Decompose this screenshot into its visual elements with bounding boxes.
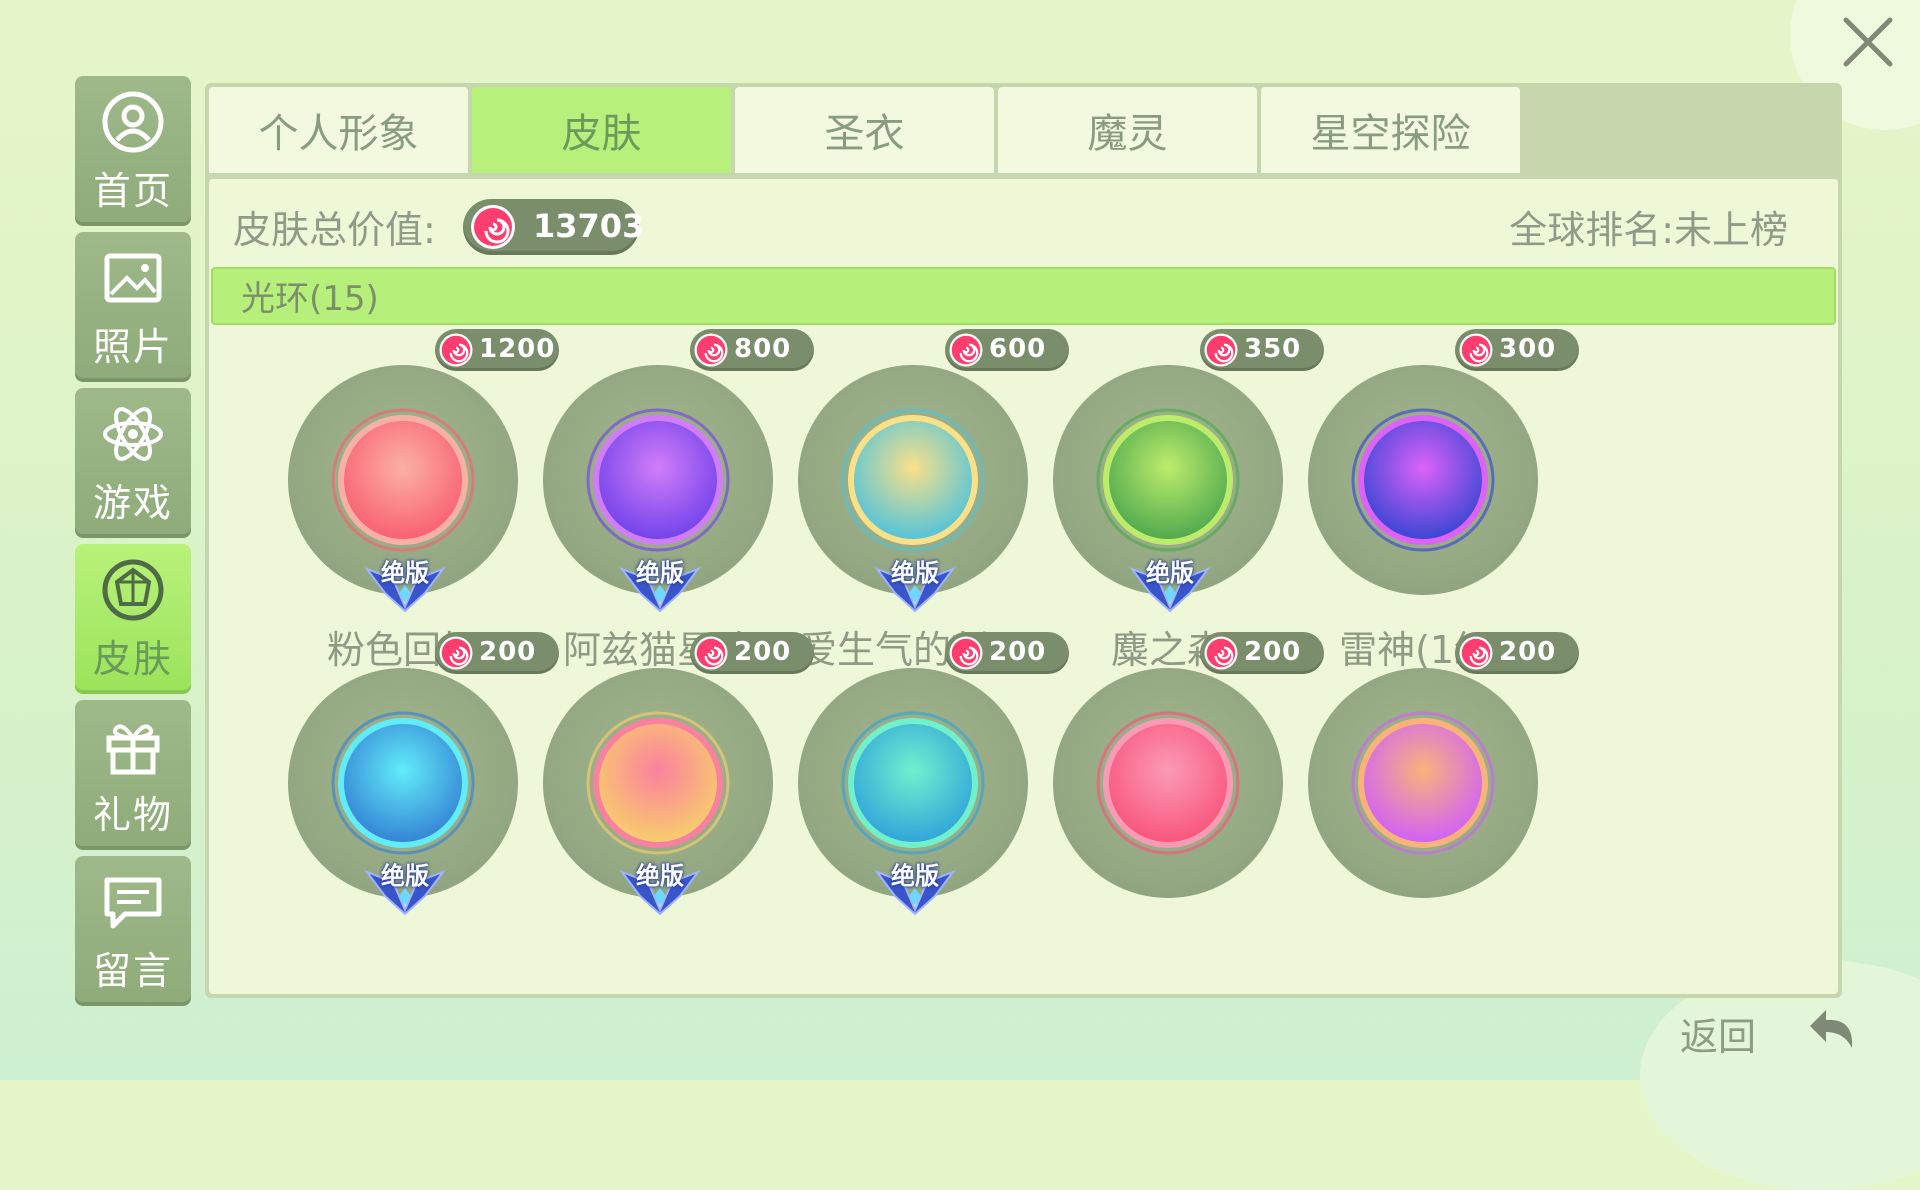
badge-label: 绝版 xyxy=(1146,559,1194,587)
tab-holy-cloth[interactable]: 圣衣 xyxy=(735,87,994,173)
limited-badge: 绝版 xyxy=(618,852,702,916)
limited-badge: 绝版 xyxy=(1128,549,1212,613)
photo-icon xyxy=(104,253,162,302)
tab-spirits[interactable]: 魔灵 xyxy=(998,87,1257,173)
limited-badge: 绝版 xyxy=(873,852,957,916)
skin-item[interactable]: 200 xyxy=(1259,632,1579,992)
candy-icon xyxy=(1204,333,1238,367)
halo-disc xyxy=(1308,668,1538,898)
sidebar-item-label: 照片 xyxy=(92,324,173,369)
price-value: 200 xyxy=(1499,637,1557,667)
sidebar-item-label: 皮肤 xyxy=(92,636,173,681)
candy-icon xyxy=(949,636,983,670)
gift-icon xyxy=(106,723,160,774)
skin-panel: 个人形象 皮肤 圣衣 魔灵 星空探险 皮肤总价值: 13703 全球排名:未上榜… xyxy=(205,83,1842,998)
price-pill: 200 xyxy=(1455,632,1579,674)
candy-icon xyxy=(694,333,728,367)
halo-icon xyxy=(1351,711,1495,855)
candy-icon xyxy=(1459,636,1493,670)
candy-icon xyxy=(439,333,473,367)
sidebar-item-skins[interactable]: 皮肤 xyxy=(75,544,191,694)
total-value-pill: 13703 xyxy=(463,199,644,255)
sidebar-item-photos[interactable]: 照片 xyxy=(75,232,191,382)
total-value: 13703 xyxy=(533,207,645,245)
tab-bar: 个人形象 皮肤 圣衣 魔灵 星空探险 xyxy=(209,87,1524,173)
halo-disc xyxy=(1053,668,1283,898)
sidebar-item-home[interactable]: 首页 xyxy=(75,76,191,226)
sidebar-item-messages[interactable]: 留言 xyxy=(75,856,191,1006)
total-value-label: 皮肤总价值: xyxy=(233,208,436,252)
badge-label: 绝版 xyxy=(636,862,684,890)
sidebar-item-label: 礼物 xyxy=(92,792,173,837)
badge-label: 绝版 xyxy=(636,559,684,587)
candy-icon xyxy=(439,636,473,670)
badge-label: 绝版 xyxy=(381,862,429,890)
candy-icon xyxy=(949,333,983,367)
price-pill: 300 xyxy=(1455,329,1579,371)
skin-grid: 1200 绝版 粉色回忆 800 绝版 阿兹猫星阵 600 绝版 爱生气的刺儿 350 绝版 麋之森 3… xyxy=(209,329,1838,989)
halo-icon xyxy=(1351,408,1495,552)
profile-icon xyxy=(102,91,164,152)
tab-skins[interactable]: 皮肤 xyxy=(472,87,731,173)
global-rank: 全球排名:未上榜 xyxy=(1509,208,1788,252)
sidebar-item-games[interactable]: 游戏 xyxy=(75,388,191,538)
badge-label: 绝版 xyxy=(381,559,429,587)
atom-icon xyxy=(103,406,163,461)
sidebar-item-label: 留言 xyxy=(92,948,173,993)
section-title: 光环(15) xyxy=(241,279,379,319)
message-icon xyxy=(104,877,162,928)
price-value: 300 xyxy=(1499,334,1557,364)
candy-icon xyxy=(1459,333,1493,367)
sidebar-item-gifts[interactable]: 礼物 xyxy=(75,700,191,850)
sidebar-item-label: 游戏 xyxy=(92,480,173,525)
limited-badge: 绝版 xyxy=(363,549,447,613)
candy-icon xyxy=(1204,636,1238,670)
back-arrow-icon xyxy=(1810,1010,1853,1048)
skin-content: 皮肤总价值: 13703 全球排名:未上榜 光环(15) 1200 绝版 粉色回忆 8… xyxy=(209,179,1838,994)
tab-avatar[interactable]: 个人形象 xyxy=(209,87,468,173)
badge-label: 绝版 xyxy=(891,862,939,890)
tab-star-explore[interactable]: 星空探险 xyxy=(1261,87,1520,173)
back-button[interactable]: 返回 xyxy=(1680,1000,1860,1060)
back-label: 返回 xyxy=(1680,1015,1757,1059)
sidebar: 首页 照片 游戏 皮肤 礼物 留言 xyxy=(75,76,191,1012)
section-header-halo[interactable]: 光环(15) xyxy=(211,267,1836,325)
badge-label: 绝版 xyxy=(891,559,939,587)
gem-icon xyxy=(102,559,164,620)
close-icon[interactable] xyxy=(1836,10,1900,74)
limited-badge: 绝版 xyxy=(618,549,702,613)
candy-icon xyxy=(694,636,728,670)
sidebar-item-label: 首页 xyxy=(92,168,173,213)
limited-badge: 绝版 xyxy=(873,549,957,613)
limited-badge: 绝版 xyxy=(363,852,447,916)
halo-icon xyxy=(1096,711,1240,855)
info-bar: 皮肤总价值: 13703 全球排名:未上榜 xyxy=(209,179,1838,265)
candy-icon xyxy=(471,205,515,249)
halo-disc xyxy=(1308,365,1538,595)
